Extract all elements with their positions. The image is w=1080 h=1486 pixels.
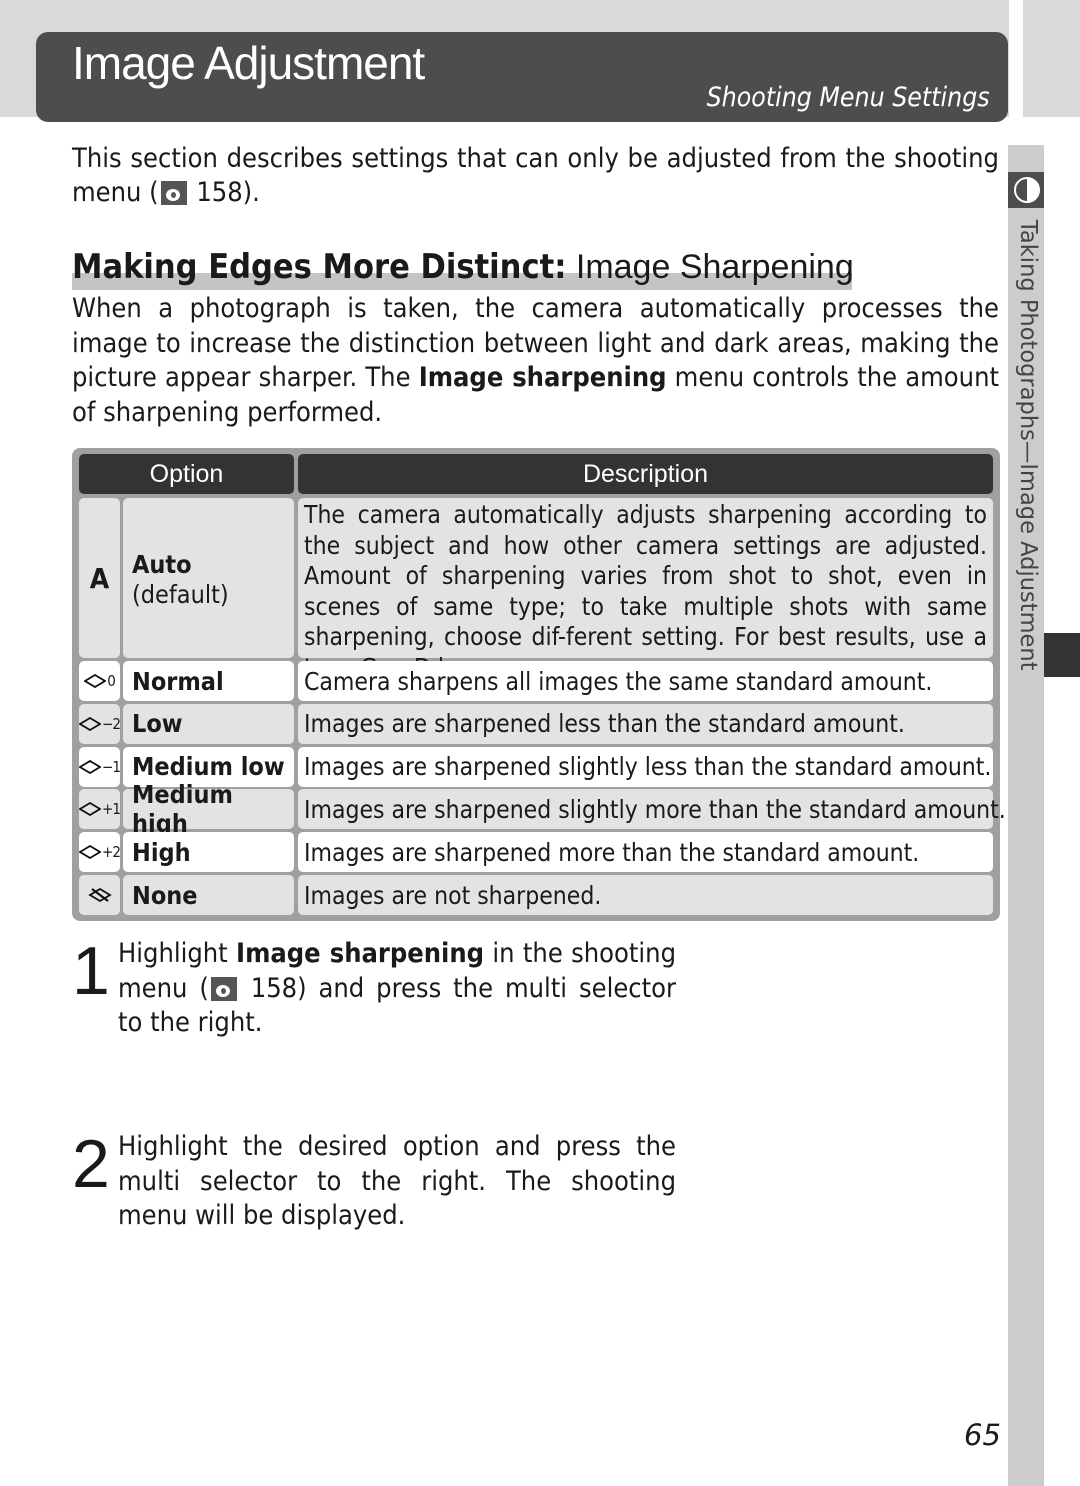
auto-a-icon: A bbox=[89, 561, 110, 595]
sharpening-low-icon: −2 bbox=[79, 714, 121, 733]
option-icon-cell: +2 bbox=[79, 832, 121, 873]
heading-light: Image Sharpening bbox=[566, 248, 854, 286]
shooting-menu-icon bbox=[160, 181, 187, 205]
half-circle-icon bbox=[1014, 177, 1040, 203]
auto-name-cell: Auto (default) bbox=[123, 498, 294, 658]
option-name: None bbox=[123, 875, 294, 915]
step-text: Highlight the desired option and press t… bbox=[118, 1131, 676, 1231]
option-description: Images are sharpened slightly more than … bbox=[298, 789, 1006, 830]
option-icon-cell: −2 bbox=[79, 703, 121, 744]
option-name: Auto bbox=[132, 550, 192, 579]
header-description: Description bbox=[298, 454, 993, 494]
section-marker bbox=[1044, 633, 1080, 677]
side-tab-icon-box bbox=[1008, 172, 1044, 208]
page-number: 65 bbox=[964, 1418, 1001, 1452]
option-description: Images are sharpened more than the stand… bbox=[298, 832, 993, 873]
sharpening-level: −1 bbox=[102, 757, 121, 776]
heading-bold: Making Edges More Distinct: bbox=[72, 247, 567, 287]
sharpening-level: +2 bbox=[102, 843, 121, 862]
sharpening-level: 0 bbox=[107, 672, 116, 690]
body-paragraph: When a photograph is taken, the camera a… bbox=[72, 292, 999, 430]
step-text-part: Highlight bbox=[118, 938, 237, 969]
option-name: Low bbox=[123, 703, 294, 744]
sharpening-level: −2 bbox=[102, 714, 121, 733]
sharpening-level: +1 bbox=[102, 800, 121, 819]
page-subtitle: Shooting Menu Settings bbox=[706, 82, 990, 113]
option-description: Images are sharpened less than the stand… bbox=[298, 703, 993, 744]
option-name: High bbox=[123, 832, 294, 873]
option-name: Medium high bbox=[123, 780, 294, 838]
step-number: 2 bbox=[72, 1126, 110, 1202]
intro-page-ref: 158). bbox=[188, 177, 260, 208]
top-band-gap bbox=[1009, 0, 1023, 117]
sharpening-normal-icon: 0 bbox=[84, 672, 116, 690]
header-option: Option bbox=[79, 454, 294, 494]
auto-icon-cell: A bbox=[79, 498, 120, 658]
sharpening-high-icon: +2 bbox=[79, 843, 121, 862]
section-heading: Making Edges More Distinct: Image Sharpe… bbox=[72, 247, 854, 291]
step-text-bold: Image sharpening bbox=[236, 938, 485, 969]
page-title: Image Adjustment bbox=[72, 37, 425, 89]
step-text: Highlight Image sharpening in the shooti… bbox=[118, 937, 676, 1041]
option-note: (default) bbox=[132, 580, 229, 609]
option-name: Normal bbox=[123, 661, 294, 701]
title-bar: Image Adjustment Shooting Menu Settings bbox=[36, 32, 1008, 122]
sharpening-none-icon bbox=[87, 886, 112, 904]
option-description: Images are not sharpened. bbox=[298, 875, 993, 915]
shooting-menu-icon bbox=[210, 976, 237, 1001]
options-table: Option Description A Auto (default) The … bbox=[72, 448, 1006, 921]
sharpening-medium-low-icon: −1 bbox=[79, 757, 121, 776]
side-tab-label: Taking Photographs—Image Adjustment bbox=[1015, 219, 1041, 671]
option-description: Camera sharpens all images the same stan… bbox=[298, 661, 993, 701]
option-icon-cell: −1 bbox=[79, 746, 121, 787]
body-text-bold: Image sharpening bbox=[418, 362, 667, 393]
option-icon-cell bbox=[79, 875, 120, 915]
option-icon-cell: 0 bbox=[79, 661, 120, 701]
option-icon-cell: +1 bbox=[79, 789, 121, 830]
auto-description-cell: The camera automatically adjusts sharpen… bbox=[298, 498, 993, 682]
intro-paragraph: This section describes settings that can… bbox=[72, 142, 999, 210]
option-description: Images are sharpened slightly less than … bbox=[298, 746, 993, 787]
step-number: 1 bbox=[72, 933, 110, 1009]
sharpening-medium-high-icon: +1 bbox=[79, 800, 121, 819]
